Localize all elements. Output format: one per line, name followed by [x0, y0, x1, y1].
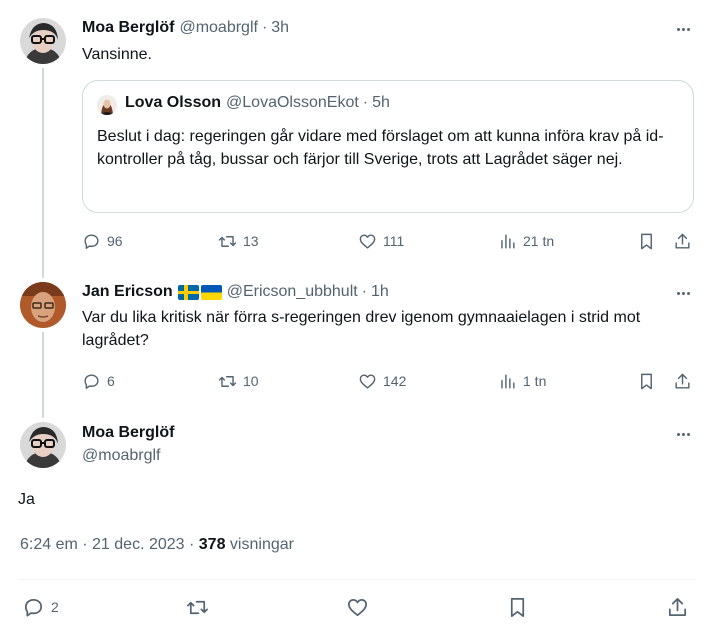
- more-icon[interactable]: [673, 19, 693, 39]
- more-icon[interactable]: [673, 283, 693, 303]
- tweet-text: Var du lika kritisk när förra s-regering…: [82, 309, 641, 349]
- tweet-header: Jan Ericson @Ericson_ubbhult · 1h: [82, 283, 389, 301]
- author-handle[interactable]: @moabrglf: [179, 19, 258, 37]
- thread-line: [42, 68, 44, 278]
- tweet-header: Moa Berglöf @moabrglf · 3h: [82, 19, 289, 37]
- author-name[interactable]: Jan Ericson: [82, 283, 173, 301]
- share-button[interactable]: [673, 369, 692, 393]
- views-icon: [501, 373, 515, 389]
- reply-count: 6: [107, 373, 115, 389]
- separator-dot: ·: [261, 19, 268, 36]
- sweden-flag-icon: [177, 284, 199, 300]
- retweet-button[interactable]: [186, 594, 209, 620]
- separator-dot: ·: [362, 94, 369, 111]
- retweet-icon: [218, 235, 237, 247]
- share-icon: [668, 597, 687, 616]
- reply-button[interactable]: 2: [22, 594, 59, 620]
- thread-line: [42, 332, 44, 418]
- reply-count: 96: [107, 233, 123, 249]
- bookmark-button[interactable]: [637, 229, 656, 253]
- reply-button[interactable]: 6: [82, 369, 115, 393]
- like-count: 111: [383, 233, 405, 249]
- bookmark-icon: [641, 373, 652, 389]
- retweet-button[interactable]: 13: [218, 229, 259, 253]
- tweet-timestamp[interactable]: 6:24 em · 21 dec. 2023 ·: [20, 536, 199, 553]
- author-name[interactable]: Moa Berglöf: [82, 424, 174, 442]
- avatar[interactable]: [20, 282, 66, 328]
- share-icon: [675, 233, 690, 249]
- tweet-time: 5h: [372, 94, 390, 111]
- tweet-time[interactable]: 1h: [371, 283, 389, 301]
- tweet-actions: 6 10 142 1 tn: [82, 369, 698, 393]
- quoted-tweet-text: Beslut i dag: regeringen går vidare med …: [97, 128, 664, 168]
- like-icon: [359, 233, 376, 249]
- share-button[interactable]: [666, 594, 689, 620]
- separator-dot: ·: [361, 283, 368, 300]
- like-icon: [348, 598, 367, 616]
- author-name[interactable]: Moa Berglöf: [82, 19, 174, 37]
- reply-icon: [84, 233, 99, 249]
- view-count: 378: [198, 536, 226, 553]
- author-name: Lova Olsson: [125, 94, 222, 111]
- retweet-button[interactable]: 10: [218, 369, 259, 393]
- avatar[interactable]: [20, 422, 66, 468]
- like-button[interactable]: 142: [358, 369, 406, 393]
- tweet-time[interactable]: 3h: [271, 19, 289, 37]
- author-handle[interactable]: @moabrglf: [82, 447, 161, 465]
- avatar[interactable]: [20, 18, 66, 64]
- retweet-count: 10: [243, 373, 259, 389]
- author-handle: @LovaOlssonEkot: [226, 94, 359, 111]
- tweet-meta: 6:24 em · 21 dec. 2023 · 378 visningar: [20, 536, 294, 554]
- quoted-tweet-header: Lova Olsson @LovaOlssonEkot · 5h: [125, 94, 390, 112]
- tweet-actions: 96 13 111 21 tn: [82, 229, 698, 253]
- views-icon: [501, 233, 515, 249]
- flag-emojis: [177, 284, 222, 300]
- views-label: visningar: [225, 536, 294, 553]
- view-count: 21 tn: [523, 233, 555, 249]
- tweet-text: Ja: [18, 491, 35, 508]
- share-icon: [675, 373, 690, 389]
- bookmark-button[interactable]: [637, 369, 656, 393]
- views-button[interactable]: 21 tn: [498, 229, 554, 253]
- tweet-text: Vansinne.: [82, 46, 152, 63]
- retweet-icon: [187, 600, 208, 614]
- bookmark-button[interactable]: [506, 594, 529, 620]
- share-button[interactable]: [673, 229, 692, 253]
- reply-icon: [84, 373, 99, 389]
- reply-icon: [24, 598, 43, 617]
- reply-count: 2: [51, 599, 59, 615]
- author-handle[interactable]: @Ericson_ubbhult: [227, 283, 358, 301]
- like-icon: [359, 373, 376, 389]
- like-count: 142: [383, 373, 407, 389]
- like-button[interactable]: [346, 594, 369, 620]
- view-count: 1 tn: [523, 373, 547, 389]
- more-icon[interactable]: [673, 424, 693, 444]
- main-tweet-actions: 2: [18, 594, 696, 620]
- views-button[interactable]: 1 tn: [498, 369, 546, 393]
- avatar: [97, 95, 117, 115]
- quoted-tweet[interactable]: Lova Olsson @LovaOlssonEkot · 5h Beslut …: [82, 80, 694, 213]
- reply-button[interactable]: 96: [82, 229, 123, 253]
- like-button[interactable]: 111: [358, 229, 404, 253]
- bookmark-icon: [510, 597, 525, 617]
- retweet-count: 13: [243, 233, 259, 249]
- bookmark-icon: [641, 233, 652, 249]
- ukraine-flag-icon: [200, 284, 222, 300]
- retweet-icon: [218, 375, 237, 387]
- divider: [18, 579, 696, 580]
